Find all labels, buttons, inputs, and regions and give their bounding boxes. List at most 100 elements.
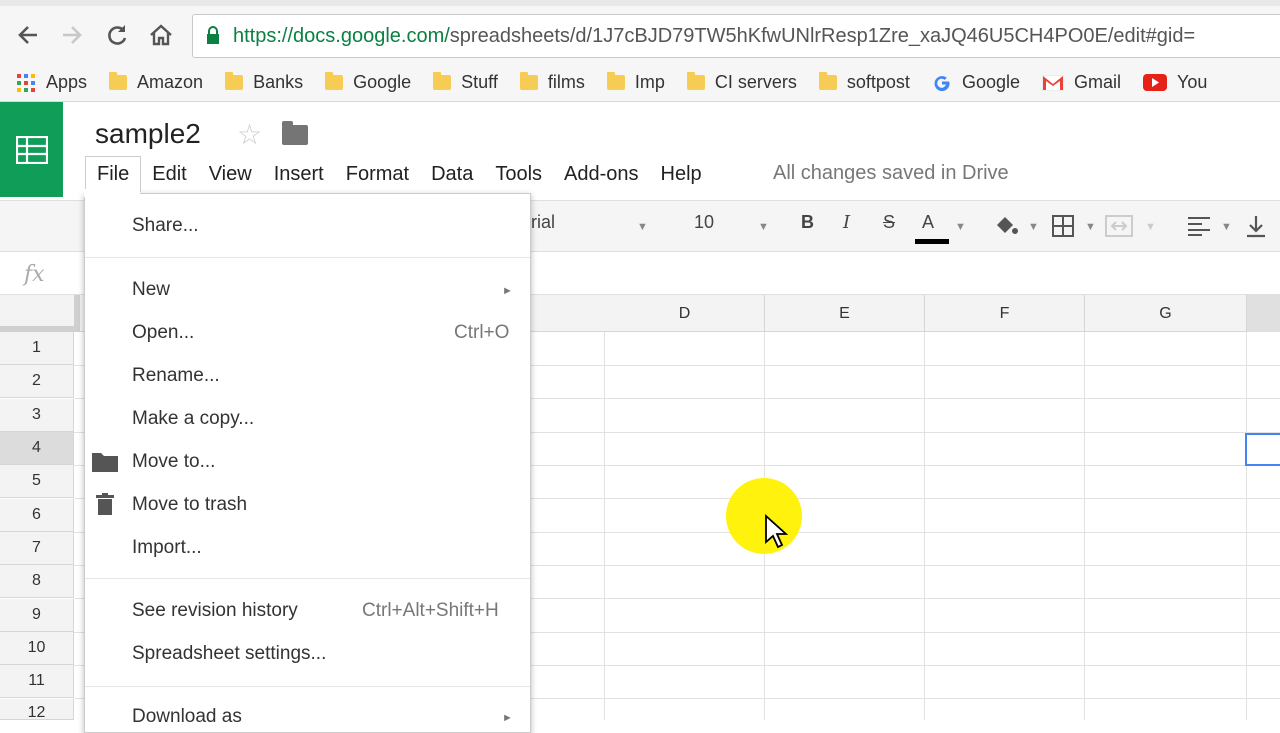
text-color-icon[interactable]: A (922, 212, 934, 233)
gmail-icon (1041, 74, 1064, 91)
file-menu-share[interactable]: Share... (132, 215, 199, 237)
row-header-7[interactable]: 7 (0, 532, 74, 565)
font-family-select[interactable]: rial (531, 212, 555, 233)
row-header-4[interactable]: 4 (0, 432, 74, 465)
select-all-corner[interactable] (0, 295, 80, 332)
column-header-f[interactable]: F (925, 295, 1085, 332)
bookmark-google-folder[interactable]: Google (325, 72, 411, 93)
folder-icon (109, 72, 128, 90)
forward-button[interactable] (52, 15, 92, 55)
row-header-11[interactable]: 11 (0, 665, 74, 698)
bold-icon[interactable]: B (801, 212, 814, 233)
file-menu-revision-history[interactable]: See revision history (132, 600, 298, 622)
submenu-arrow-icon: ► (502, 285, 513, 297)
italic-icon[interactable]: I (843, 212, 850, 233)
revision-history-shortcut: Ctrl+Alt+Shift+H (362, 600, 499, 621)
bookmark-amazon[interactable]: Amazon (109, 72, 203, 93)
text-color-caret-icon[interactable]: ▼ (955, 221, 966, 233)
row-header-10[interactable]: 10 (0, 632, 74, 665)
save-status[interactable]: All changes saved in Drive (773, 162, 1009, 185)
bookmark-gmail[interactable]: Gmail (1041, 72, 1121, 93)
bookmark-stuff[interactable]: Stuff (433, 72, 498, 93)
align-left-icon[interactable] (1187, 216, 1211, 236)
strikethrough-icon[interactable]: S (883, 212, 895, 233)
column-header-e[interactable]: E (765, 295, 925, 332)
sheets-logo[interactable] (0, 102, 63, 197)
submenu-arrow-icon: ► (502, 712, 513, 724)
selected-cell[interactable] (1245, 433, 1280, 466)
menu-insert[interactable]: Insert (263, 157, 335, 192)
folder-icon (92, 453, 118, 472)
font-size-select[interactable]: 10 (694, 212, 714, 233)
address-bar[interactable]: https://docs.google.com/spreadsheets/d/1… (192, 14, 1280, 58)
bookmark-google[interactable]: Google (932, 72, 1020, 93)
borders-caret-icon[interactable]: ▼ (1085, 221, 1096, 233)
vertical-align-bottom-icon[interactable] (1245, 214, 1267, 238)
row-header-1[interactable]: 1 (0, 332, 74, 365)
bookmark-label: Google (961, 72, 1020, 92)
column-header-d[interactable]: D (605, 295, 765, 332)
fill-color-icon[interactable] (993, 213, 1019, 239)
menu-help[interactable]: Help (650, 157, 713, 192)
folder-icon[interactable] (282, 121, 308, 145)
file-menu-import[interactable]: Import... (132, 537, 202, 559)
document-title[interactable]: sample2 (95, 118, 201, 150)
bookmark-apps[interactable]: Apps (16, 72, 87, 93)
bookmark-banks[interactable]: Banks (225, 72, 303, 93)
folder-icon (325, 72, 344, 90)
bookmark-label: Amazon (137, 72, 204, 92)
youtube-icon (1143, 74, 1167, 91)
row-header-12[interactable]: 12 (0, 699, 74, 721)
row-header-8[interactable]: 8 (0, 565, 74, 598)
lock-icon (207, 26, 219, 44)
row-header-9[interactable]: 9 (0, 599, 74, 632)
menu-addons[interactable]: Add-ons (553, 157, 650, 192)
grid-line (1246, 332, 1247, 720)
row-header-3[interactable]: 3 (0, 399, 74, 432)
file-menu-open[interactable]: Open... (132, 322, 194, 344)
column-header-g[interactable]: G (1085, 295, 1247, 332)
menu-file[interactable]: File (85, 156, 142, 192)
bookmark-softpost[interactable]: softpost (818, 72, 910, 93)
star-icon[interactable]: ☆ (237, 118, 262, 151)
row-header-2[interactable]: 2 (0, 365, 74, 398)
merge-cells-icon[interactable] (1105, 215, 1133, 237)
home-button[interactable] (141, 15, 181, 55)
bookmark-imp[interactable]: Imp (606, 72, 665, 93)
file-menu-move-to-trash[interactable]: Move to trash (132, 494, 247, 516)
bookmark-films[interactable]: films (519, 72, 585, 93)
row-header-5[interactable]: 5 (0, 465, 74, 498)
folder-icon (225, 72, 244, 90)
bookmark-ci-servers[interactable]: CI servers (686, 72, 797, 93)
file-menu-download-as[interactable]: Download as (132, 706, 242, 728)
row-header-6[interactable]: 6 (0, 499, 74, 532)
file-menu-spreadsheet-settings[interactable]: Spreadsheet settings... (132, 643, 326, 665)
bookmark-youtube[interactable]: You (1143, 72, 1207, 93)
font-family-caret-icon[interactable]: ▼ (637, 221, 648, 233)
back-arrow-icon (18, 26, 37, 44)
bookmark-label: Google (353, 72, 412, 92)
align-caret-icon[interactable]: ▼ (1221, 221, 1232, 233)
mouse-pointer-icon (765, 514, 788, 549)
reload-button[interactable] (97, 15, 137, 55)
menu-data[interactable]: Data (420, 157, 484, 192)
font-size-caret-icon[interactable]: ▼ (758, 221, 769, 233)
menu-format[interactable]: Format (335, 157, 420, 192)
file-menu-new[interactable]: New (132, 279, 170, 301)
sheets-logo-icon (15, 135, 48, 164)
menu-tools[interactable]: Tools (484, 157, 553, 192)
fill-color-caret-icon[interactable]: ▼ (1028, 221, 1039, 233)
menu-tab-join (84, 189, 140, 197)
file-menu-rename[interactable]: Rename... (132, 365, 220, 387)
file-menu-make-copy[interactable]: Make a copy... (132, 408, 254, 430)
borders-icon[interactable] (1052, 215, 1074, 237)
bookmark-label: Stuff (461, 72, 498, 92)
menu-edit[interactable]: Edit (141, 157, 197, 192)
column-header-h[interactable] (1247, 295, 1280, 332)
menu-separator (85, 686, 530, 687)
forward-arrow-icon (63, 26, 82, 44)
merge-caret-icon[interactable]: ▼ (1145, 221, 1156, 233)
file-menu-move-to[interactable]: Move to... (132, 451, 215, 473)
menu-view[interactable]: View (198, 157, 263, 192)
back-button[interactable] (8, 15, 48, 55)
